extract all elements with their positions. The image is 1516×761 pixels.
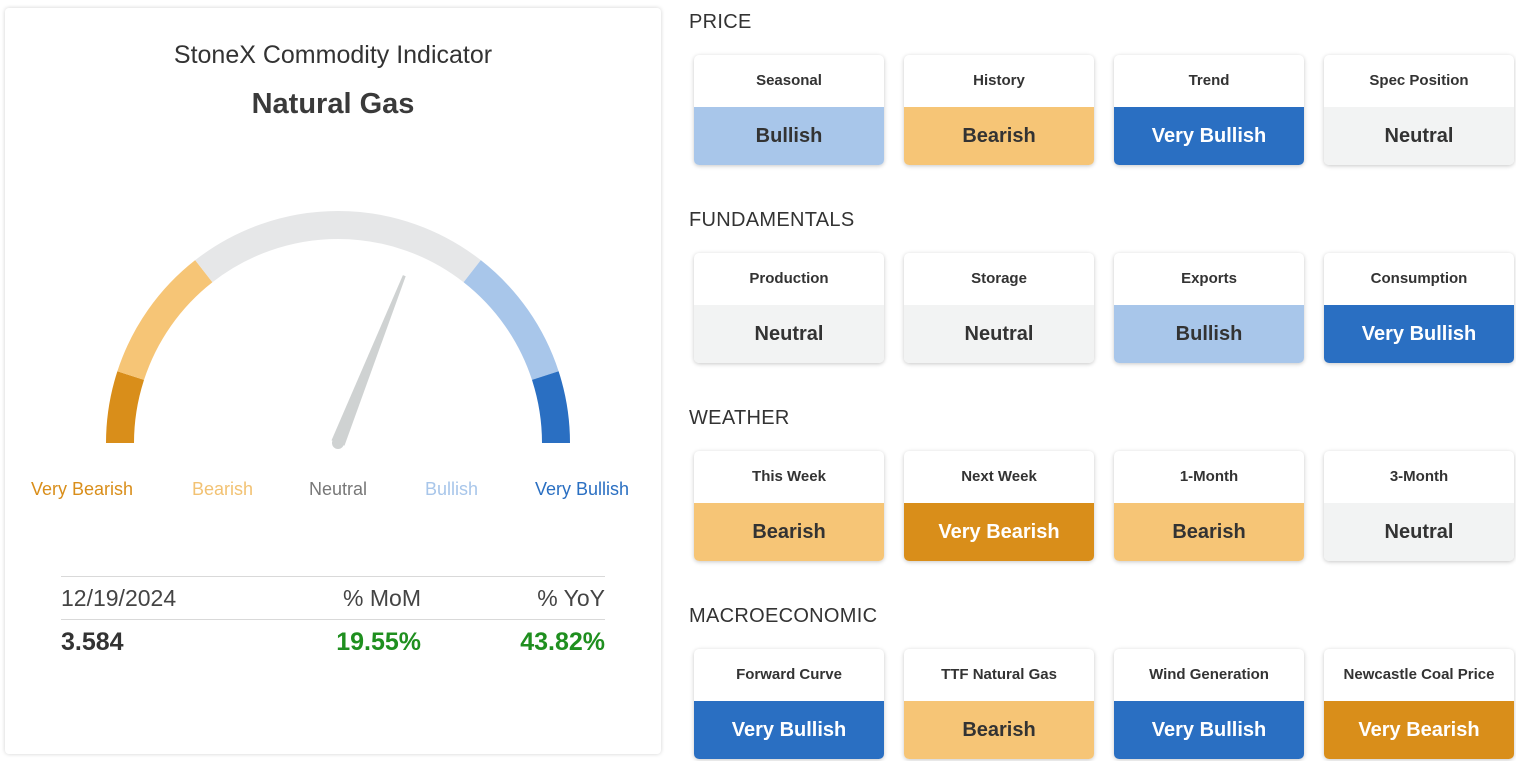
stats-header-row: 12/19/2024 % MoM % YoY (61, 576, 605, 620)
stats-mom-header: % MoM (343, 584, 421, 611)
indicator-card-spec-position[interactable]: Spec Position Neutral (1324, 55, 1514, 165)
gauge-needle (331, 275, 406, 446)
indicator-label: Spec Position (1369, 72, 1469, 89)
indicator-label: Seasonal (756, 72, 822, 89)
indicator-label: Storage (971, 270, 1027, 287)
gauge-label-very-bearish: Very Bearish (31, 479, 134, 499)
indicator-label: Consumption (1370, 270, 1468, 287)
section-title-weather: WEATHER (689, 407, 790, 429)
gauge-needle-hub (332, 437, 344, 449)
section-title-fundamentals: FUNDAMENTALS (689, 209, 855, 231)
stats-yoy-value: 43.82% (520, 627, 605, 656)
indicator-card-newcastle-coal-price[interactable]: Newcastle Coal Price Very Bearish (1324, 649, 1514, 759)
indicator-label: History (973, 72, 1025, 89)
indicator-value: Very Bearish (1324, 701, 1514, 759)
indicator-value: Neutral (694, 305, 884, 363)
indicator-card-forward-curve[interactable]: Forward Curve Very Bullish (694, 649, 884, 759)
stats-value-row: 3.584 19.55% 43.82% (61, 620, 605, 664)
indicator-label: Next Week (961, 468, 1037, 485)
indicator-card-trend[interactable]: Trend Very Bullish (1114, 55, 1304, 165)
indicator-card-consumption[interactable]: Consumption Very Bullish (1324, 253, 1514, 363)
indicator-value: Bearish (904, 701, 1094, 759)
indicator-label: Exports (1181, 270, 1237, 287)
gauge-label-very-bullish: Very Bullish (535, 479, 630, 499)
indicator-card-ttf-natural-gas[interactable]: TTF Natural Gas Bearish (904, 649, 1094, 759)
stats-price: 3.584 (61, 627, 124, 656)
indicator-card: StoneX Commodity Indicator Natural Gas V… (5, 8, 661, 754)
stats-table: 12/19/2024 % MoM % YoY 3.584 19.55% 43.8… (61, 576, 605, 664)
indicator-card-this-week[interactable]: This Week Bearish (694, 451, 884, 561)
indicator-label: Wind Generation (1149, 666, 1269, 683)
indicator-card-storage[interactable]: Storage Neutral (904, 253, 1094, 363)
gauge-segment-bullish (463, 260, 559, 381)
indicator-card-history[interactable]: History Bearish (904, 55, 1094, 165)
gauge-segment-very-bullish (531, 371, 570, 444)
indicator-value: Bearish (904, 107, 1094, 165)
section-title-price: PRICE (689, 11, 752, 33)
indicator-label: This Week (752, 468, 826, 485)
indicator-value: Neutral (1324, 503, 1514, 561)
indicator-value: Bearish (1114, 503, 1304, 561)
indicator-card-seasonal[interactable]: Seasonal Bullish (694, 55, 884, 165)
indicator-card-1-month[interactable]: 1-Month Bearish (1114, 451, 1304, 561)
gauge-label-neutral: Neutral (309, 479, 368, 499)
indicator-value: Bullish (694, 107, 884, 165)
indicator-label: Production (749, 270, 829, 287)
indicator-value: Very Bullish (694, 701, 884, 759)
gauge-segment-very-bearish (106, 371, 145, 444)
indicator-value: Neutral (904, 305, 1094, 363)
gauge-segment-neutral (195, 211, 481, 283)
section-title-macroeconomic: MACROECONOMIC (689, 605, 878, 627)
indicator-value: Neutral (1324, 107, 1514, 165)
indicator-label: Trend (1188, 72, 1230, 89)
indicator-label: 1-Month (1179, 468, 1239, 485)
indicator-value: Very Bullish (1114, 107, 1304, 165)
gauge-label-bullish: Bullish (425, 479, 479, 499)
indicator-value: Very Bullish (1324, 305, 1514, 363)
stats-mom-value: 19.55% (336, 627, 421, 656)
indicator-card-wind-generation[interactable]: Wind Generation Very Bullish (1114, 649, 1304, 759)
indicator-value: Bullish (1114, 305, 1304, 363)
gauge-label-bearish: Bearish (192, 479, 254, 499)
indicator-card-exports[interactable]: Exports Bullish (1114, 253, 1304, 363)
indicator-label: Newcastle Coal Price (1343, 666, 1495, 683)
indicator-label: TTF Natural Gas (941, 666, 1057, 683)
indicator-label: 3-Month (1389, 468, 1449, 485)
indicator-value: Bearish (694, 503, 884, 561)
indicator-card-next-week[interactable]: Next Week Very Bearish (904, 451, 1094, 561)
indicator-card-production[interactable]: Production Neutral (694, 253, 884, 363)
stats-date: 12/19/2024 (61, 584, 177, 611)
indicator-value: Very Bullish (1114, 701, 1304, 759)
indicator-value: Very Bearish (904, 503, 1094, 561)
indicator-label: Forward Curve (736, 666, 842, 683)
indicator-card-3-month[interactable]: 3-Month Neutral (1324, 451, 1514, 561)
stats-yoy-header: % YoY (537, 584, 605, 611)
gauge-chart (106, 211, 570, 449)
gauge-segment-bearish (117, 260, 213, 381)
